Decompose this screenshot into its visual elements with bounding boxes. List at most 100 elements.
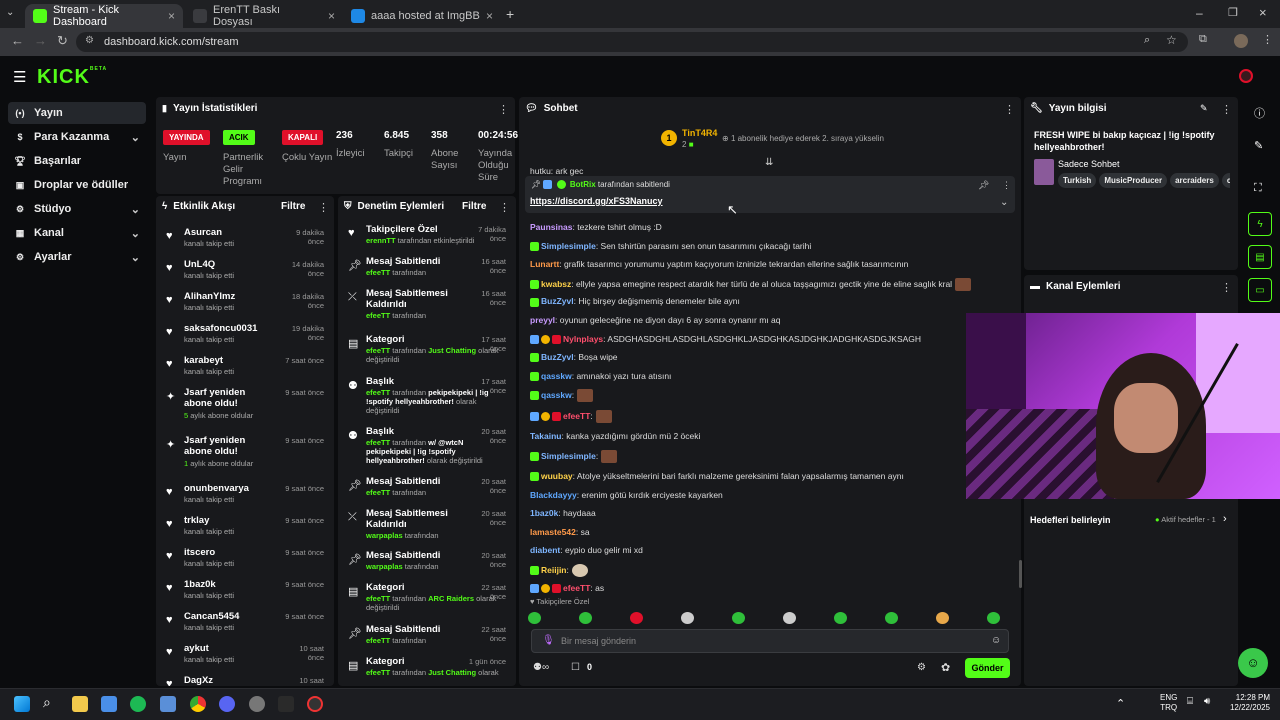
extensions-icon[interactable]: ⧉ [1199, 33, 1207, 46]
chat-username[interactable]: qasskw [541, 371, 572, 381]
activity-filter-button[interactable]: Filtre [281, 201, 305, 212]
forward-icon[interactable]: → [34, 33, 47, 48]
pinned-menu-icon[interactable]: ⋮ [1002, 180, 1011, 191]
quick-action-chat-icon[interactable]: ▭ [1248, 278, 1272, 302]
sidebar-item-6[interactable]: ⚙ Ayarlar ⌄ [8, 246, 146, 268]
reload-icon[interactable]: ↻ [57, 33, 68, 49]
chat-username[interactable]: Simplesimple [541, 451, 596, 461]
browser-tab[interactable]: ErenTT Baskı Dosyası × [185, 4, 343, 28]
activity-menu-icon[interactable]: ⋮ [318, 201, 329, 214]
windows-start-icon[interactable] [14, 696, 30, 712]
tag[interactable]: Turkish [1058, 173, 1097, 188]
chat-username[interactable]: Lunartt [530, 259, 559, 269]
chat-menu-icon[interactable]: ⋮ [1004, 103, 1015, 116]
sidebar-item-1[interactable]: $ Para Kazanma ⌄ [8, 126, 146, 148]
moderator-name[interactable]: efeeTT [366, 488, 390, 497]
chat-username[interactable]: preyyl [530, 315, 555, 325]
new-tab-icon[interactable]: + [506, 6, 514, 22]
chat-username[interactable]: lamaste542 [530, 527, 576, 537]
sidebar-item-3[interactable]: ▣ Droplar ve ödüller [8, 174, 146, 196]
browser-tab[interactable]: aaaa hosted at ImgBB — ImgB × [343, 4, 501, 28]
pencil-icon[interactable]: ✎ [1254, 139, 1263, 152]
activity-user[interactable]: itscero [184, 547, 274, 558]
maximize-icon[interactable]: ❐ [1228, 6, 1238, 19]
moderator-name[interactable]: efeeTT [366, 636, 390, 645]
chat-username[interactable]: kwabsz [541, 279, 571, 289]
goals-label[interactable]: Hedefleri belirleyin [1030, 515, 1111, 525]
obs-icon[interactable] [307, 696, 323, 712]
chrome-icon[interactable] [190, 696, 206, 712]
activity-user[interactable]: Jsarf yeniden abone oldu! [184, 387, 274, 409]
close-tab-icon[interactable]: × [486, 9, 493, 23]
moderation-menu-icon[interactable]: ⋮ [499, 201, 510, 214]
sidebar-item-0[interactable]: (•) Yayın [8, 102, 146, 124]
channel-actions-menu-icon[interactable]: ⋮ [1221, 281, 1232, 294]
taskbar-search-icon[interactable]: ⌕ [43, 694, 51, 711]
edit-pencil-icon[interactable]: ✎ [1200, 103, 1208, 114]
chat-input-box[interactable]: 🎙︎ Bir mesaj gönderin ☺ [531, 629, 1009, 653]
info-icon[interactable]: ⓘ [1254, 105, 1265, 121]
chat-username[interactable]: Reiijin [541, 565, 567, 575]
moderator-name[interactable]: warpaplas [366, 531, 403, 540]
focus-icon[interactable]: ⛶ [1254, 182, 1262, 195]
gift-leader-name[interactable]: TinT4R4 [682, 128, 717, 138]
activity-user[interactable]: Jsarf yeniden abone oldu! [184, 435, 274, 457]
pinned-by-user[interactable]: BotRix [570, 180, 596, 189]
moderator-name[interactable]: efeeTT [366, 594, 390, 603]
emote-icon[interactable] [732, 612, 745, 624]
activity-user[interactable]: karabeyt [184, 355, 274, 366]
sidebar-item-2[interactable]: 🏆︎ Başarılar [8, 150, 146, 172]
store-icon[interactable] [101, 696, 117, 712]
expand-chevron-icon[interactable]: ⌄ [1000, 197, 1008, 208]
unpin-icon[interactable]: 📌︎ [978, 180, 989, 191]
chat-username[interactable]: BuzZyvl [541, 296, 574, 306]
chat-username[interactable]: Takainu [530, 431, 562, 441]
browser-menu-icon[interactable]: ⋮ [1262, 33, 1273, 46]
close-tab-icon[interactable]: × [168, 9, 175, 23]
moderator-name[interactable]: erennTT [366, 236, 396, 245]
chat-tools-icon[interactable]: ✿ [941, 661, 950, 674]
moderator-name[interactable]: warpaplas [366, 562, 403, 571]
back-icon[interactable]: ← [11, 33, 24, 48]
mic-icon[interactable]: 🎙︎ [542, 635, 555, 646]
activity-user[interactable]: aykut [184, 643, 274, 654]
browser-tab-active[interactable]: Stream - Kick Dashboard × [25, 4, 183, 28]
profile-avatar[interactable] [1234, 34, 1248, 48]
tab-search-icon[interactable]: ⌄ [6, 7, 14, 18]
chat-username[interactable]: Paunsinas [530, 222, 573, 232]
chat-username[interactable]: qasskw [541, 390, 572, 400]
editor-icon[interactable] [278, 696, 294, 712]
zoom-icon[interactable]: ⌕ [1144, 34, 1150, 47]
emote-icon[interactable] [579, 612, 592, 624]
tag[interactable]: MusicProducer [1099, 173, 1168, 188]
emote-icon[interactable] [834, 612, 847, 624]
pinned-link[interactable]: https://discord.gg/xFS3Nanucy [530, 196, 663, 206]
chevron-down-icon[interactable]: ⌄ [131, 251, 140, 264]
sidebar-item-4[interactable]: ⚙ Stüdyo ⌄ [8, 198, 146, 220]
file-explorer-icon[interactable] [72, 696, 88, 712]
category-name[interactable]: Sadece Sohbet [1058, 159, 1120, 169]
chat-username[interactable]: 1baz0k [530, 508, 558, 518]
chat-username[interactable]: Simplesimple [541, 241, 596, 251]
network-icon[interactable]: ⌸ [1187, 696, 1193, 707]
rewards-icon[interactable]: ☐ [571, 662, 580, 673]
activity-user[interactable]: Asurcan [184, 227, 274, 238]
moderator-name[interactable]: efeeTT [366, 268, 390, 277]
activity-user[interactable]: saksafoncu0031 [184, 323, 274, 334]
close-tab-icon[interactable]: × [328, 9, 335, 23]
stream-info-menu-icon[interactable]: ⋮ [1221, 103, 1232, 116]
chat-scrollbar[interactable] [1019, 560, 1022, 588]
kick-logo[interactable]: KICKBETA [37, 66, 107, 89]
moderator-name[interactable]: efeeTT [366, 668, 390, 677]
chat-username[interactable]: BuzZyvl [541, 352, 574, 362]
emoji-picker-icon[interactable]: ☺ [991, 635, 1001, 646]
support-chat-button[interactable]: ☺ [1238, 648, 1268, 678]
discord-icon[interactable] [219, 696, 235, 712]
hamburger-menu-icon[interactable]: ☰ [13, 68, 26, 86]
activity-user[interactable]: DagXz [184, 675, 274, 686]
tray-chevron-icon[interactable]: ⌃ [1116, 697, 1125, 710]
moderator-name[interactable]: efeeTT [366, 346, 390, 355]
quick-action-doc-icon[interactable]: ▤ [1248, 245, 1272, 269]
user-avatar[interactable] [1239, 69, 1253, 83]
chat-username[interactable]: diabent [530, 545, 560, 555]
